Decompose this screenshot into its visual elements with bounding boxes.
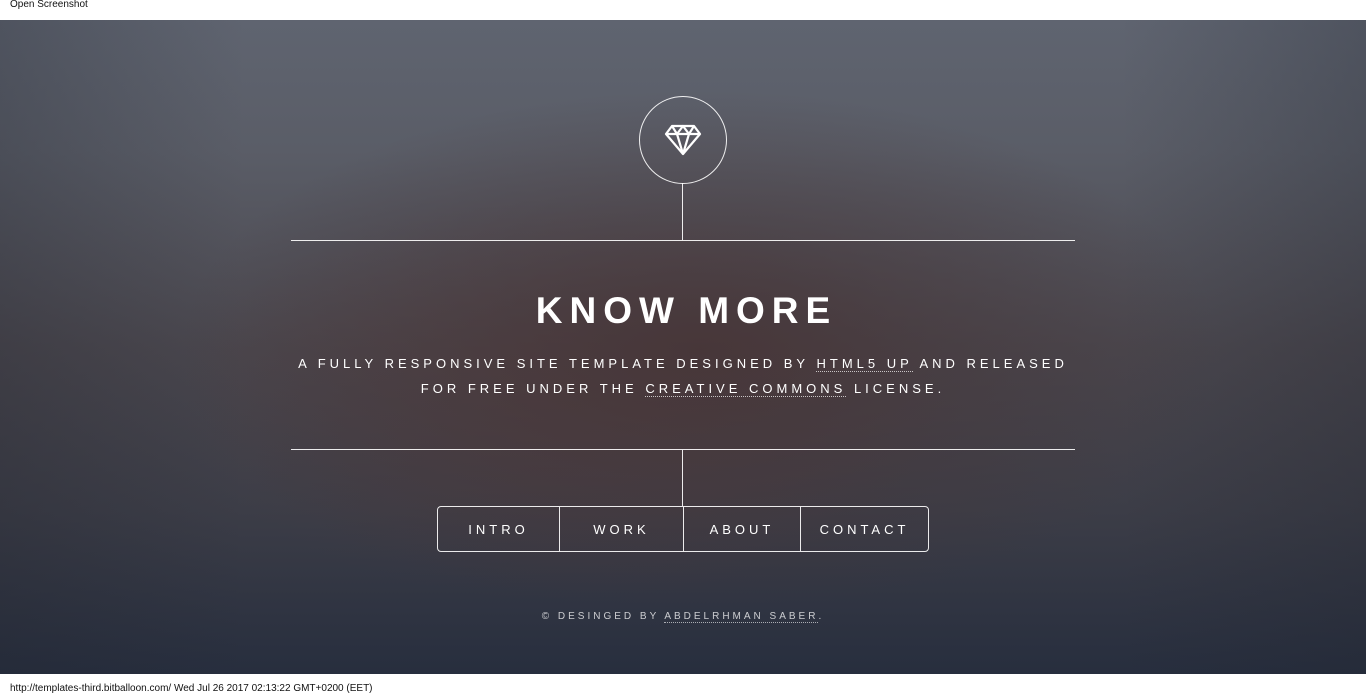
diamond-icon <box>664 124 702 156</box>
html5up-link[interactable]: HTML5 UP <box>816 356 913 372</box>
connector-line-bottom <box>682 450 683 506</box>
creative-commons-link[interactable]: CREATIVE COMMONS <box>645 381 847 397</box>
main-nav: INTRO WORK ABOUT CONTACT <box>437 506 929 552</box>
author-link[interactable]: ABDELRHMAN SABER <box>664 611 819 623</box>
nav-contact[interactable]: CONTACT <box>800 507 928 551</box>
footer-credit: © DESINGED BY ABDELRHMAN SABER. <box>291 611 1075 623</box>
nav-about[interactable]: ABOUT <box>683 507 800 551</box>
divider-bottom <box>291 449 1075 450</box>
divider-top <box>291 240 1075 241</box>
description: A FULLY RESPONSIVE SITE TEMPLATE DESIGNE… <box>291 351 1075 401</box>
footer-suffix: . <box>818 611 825 622</box>
status-url: http://templates-third.bitballoon.com/ W… <box>10 683 373 694</box>
description-text-1: A FULLY RESPONSIVE SITE TEMPLATE DESIGNE… <box>298 356 817 371</box>
page-title: KNOW MORE <box>535 290 838 331</box>
nav-work[interactable]: WORK <box>559 507 683 551</box>
nav-intro[interactable]: INTRO <box>438 507 559 551</box>
logo-circle <box>639 96 727 184</box>
open-screenshot-link[interactable]: Open Screenshot <box>10 0 88 11</box>
status-bar: http://templates-third.bitballoon.com/ W… <box>0 674 1366 694</box>
footer-prefix: © DESINGED BY <box>541 611 665 622</box>
hero-section: KNOW MORE A FULLY RESPONSIVE SITE TEMPLA… <box>0 20 1366 674</box>
connector-line-top <box>682 183 683 240</box>
description-text-3: LICENSE. <box>846 381 946 396</box>
top-bar: Open Screenshot <box>0 0 1366 20</box>
